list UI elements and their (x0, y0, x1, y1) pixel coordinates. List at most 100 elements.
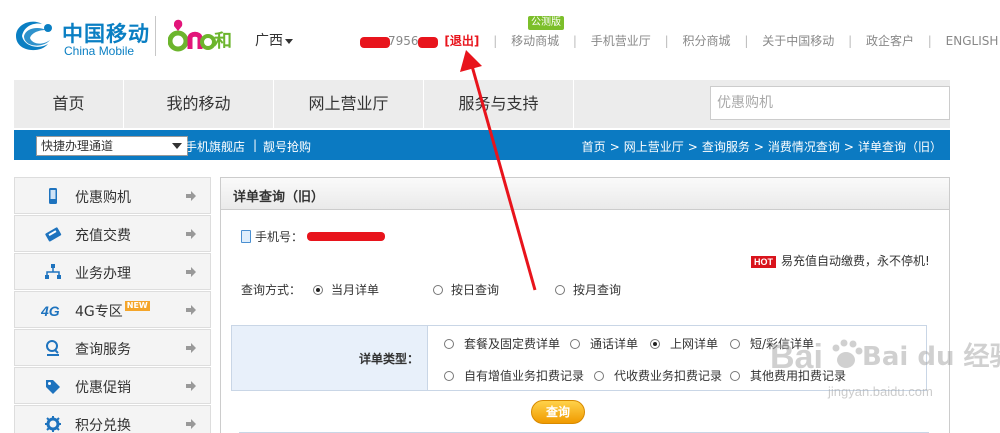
breadcrumb-home[interactable]: 首页 (582, 140, 606, 154)
svg-text:Bai: Bai (770, 338, 823, 376)
arrow-right-icon (186, 381, 196, 391)
sidebar-item-4g-text: 4G专区 (75, 304, 123, 320)
type-option-collection[interactable]: 代收费业务扣费记录 (594, 367, 722, 384)
hot-badge: HOT (751, 256, 776, 268)
type-option-package[interactable]: 套餐及固定费详单 (444, 335, 560, 352)
nav-my-mobile[interactable]: 我的移动 (124, 80, 274, 128)
watermark-url: jingyan.baidu.com (828, 384, 933, 399)
type-label: 代收费业务扣费记录 (614, 369, 723, 383)
quick-bar: 快捷办理通道 手机旗舰店 | 靓号抢购 首页 > 网上营业厅 > 查询服务 > 消费情况查询… (14, 130, 950, 162)
query-mode-label: 查询方式： (241, 283, 302, 297)
sidebar-item-label: 充值交费 (75, 228, 131, 244)
region-label: 广西 (255, 33, 283, 49)
sidebar-item-query[interactable]: 查询服务 (14, 329, 211, 366)
radio-checked[interactable] (313, 285, 323, 295)
top-link-about[interactable]: 关于中国移动 (762, 34, 834, 48)
top-link-english[interactable]: ENGLISH (946, 34, 999, 48)
region-selector[interactable]: 广西 (255, 30, 293, 50)
top-link-mobile-hall[interactable]: 手机营业厅 (591, 34, 651, 48)
breadcrumb-query-service[interactable]: 查询服务 (702, 140, 750, 154)
tag-icon (46, 380, 60, 394)
type-label: 套餐及固定费详单 (464, 337, 561, 351)
type-option-calls[interactable]: 通话详单 (570, 335, 638, 352)
breadcrumb-current: 详单查询（旧） (857, 140, 942, 154)
nav-service-support[interactable]: 服务与支持 (424, 80, 574, 128)
chevron-right-icon: > (843, 140, 854, 154)
quick-channel-select[interactable]: 快捷办理通道 (36, 136, 188, 156)
logo-divider (155, 16, 156, 56)
link-separator: | (848, 34, 853, 48)
magnifier-icon (46, 340, 59, 356)
radio-unchecked[interactable] (730, 371, 740, 381)
detail-type-label-cell: 详单类型： (232, 326, 428, 390)
4g-icon: 4G (41, 303, 60, 319)
mode-option-by-day[interactable]: 按日查询 (433, 281, 499, 298)
phone-icon (49, 188, 57, 204)
mode-option-current-month[interactable]: 当月详单 (313, 281, 379, 298)
query-button[interactable]: 查询 (531, 400, 585, 424)
sidebar-item-business[interactable]: 业务办理 (14, 253, 211, 290)
flagship-store-link[interactable]: 手机旗舰店 (185, 138, 245, 155)
mode-option-by-month[interactable]: 按月查询 (555, 281, 621, 298)
radio-unchecked[interactable] (444, 339, 454, 349)
top-link-points-mall[interactable]: 积分商城 (683, 34, 731, 48)
new-badge: NEW (124, 301, 150, 311)
sidebar-item-points[interactable]: 积分兑换 (14, 405, 211, 433)
lucky-number-link[interactable]: 靓号抢购 (263, 138, 311, 155)
sidebar: 优惠购机 充值交费 业务办理 4G 4G专区 NEW 查询服务 优惠促销 积分兑… (14, 177, 211, 433)
breadcrumb-consumption[interactable]: 消费情况查询 (768, 140, 840, 154)
panel-header: 详单查询（旧） (221, 178, 949, 210)
logout-link[interactable]: [退出] (444, 34, 479, 48)
radio-unchecked[interactable] (555, 285, 565, 295)
card-icon (45, 227, 62, 242)
nav-online-hall[interactable]: 网上营业厅 (274, 80, 424, 128)
link-separator: | (572, 34, 577, 48)
phone-number-row: 手机号： (241, 228, 387, 245)
type-option-value-added[interactable]: 自有增值业务扣费记录 (444, 367, 584, 384)
phone-label: 手机号： (255, 230, 304, 244)
sidebar-item-label: 查询服务 (75, 342, 131, 358)
user-phone-visible: 7956 (388, 34, 419, 48)
sidebar-item-4g[interactable]: 4G 4G专区 NEW (14, 291, 211, 328)
sidebar-item-recharge[interactable]: 充值交费 (14, 215, 211, 252)
panel-title: 详单查询（旧） (233, 190, 325, 205)
logo-text-en: China Mobile (64, 44, 135, 58)
quick-channel-value: 快捷办理通道 (41, 139, 114, 153)
promo-banner[interactable]: HOT 易充值自动缴费，永不停机! (751, 252, 930, 269)
sidebar-item-phone-deals[interactable]: 优惠购机 (14, 177, 211, 214)
phone-number-value (306, 230, 387, 242)
arrow-right-icon (186, 191, 196, 201)
radio-checked[interactable] (650, 339, 660, 349)
and-brand-icon (167, 19, 216, 52)
beta-badge: 公测版 (528, 16, 564, 30)
and-he-brand-logo[interactable]: 和 (167, 14, 240, 58)
sim-icon (241, 230, 251, 243)
arrow-right-icon (186, 267, 196, 277)
sidebar-item-promotions[interactable]: 优惠促销 (14, 367, 211, 404)
type-label: 通话详单 (590, 337, 639, 351)
breadcrumb-online-hall[interactable]: 网上营业厅 (624, 140, 684, 154)
chevron-right-icon: > (609, 140, 620, 154)
chevron-right-icon: > (687, 140, 698, 154)
china-mobile-logo[interactable]: 中国移动 China Mobile (12, 14, 152, 60)
radio-unchecked[interactable] (570, 339, 580, 349)
type-option-internet[interactable]: 上网详单 (650, 335, 718, 352)
sidebar-item-label: 业务办理 (75, 266, 131, 282)
redaction-mark (306, 232, 385, 241)
arrow-right-icon (186, 305, 196, 315)
type-label: 自有增值业务扣费记录 (464, 369, 585, 383)
radio-unchecked[interactable] (594, 371, 604, 381)
redaction-mark (360, 37, 390, 48)
arrow-right-icon (186, 419, 196, 429)
chevron-down-icon (285, 38, 293, 44)
redaction-mark (418, 37, 438, 48)
nav-home[interactable]: 首页 (14, 80, 124, 128)
site-header: 中国移动 China Mobile 和 广西 公测版 7956 [退出] | 移… (0, 0, 1000, 78)
radio-unchecked[interactable] (433, 285, 443, 295)
search-input[interactable]: 优惠购机 (710, 86, 950, 120)
top-link-mall[interactable]: 移动商城 (511, 34, 559, 48)
radio-unchecked[interactable] (730, 339, 740, 349)
top-link-enterprise[interactable]: 政企客户 (866, 34, 914, 48)
radio-unchecked[interactable] (444, 371, 454, 381)
top-links: 7956 [退出] | 移动商城 | 手机营业厅 | 积分商城 | 关于中国移动… (360, 32, 998, 50)
